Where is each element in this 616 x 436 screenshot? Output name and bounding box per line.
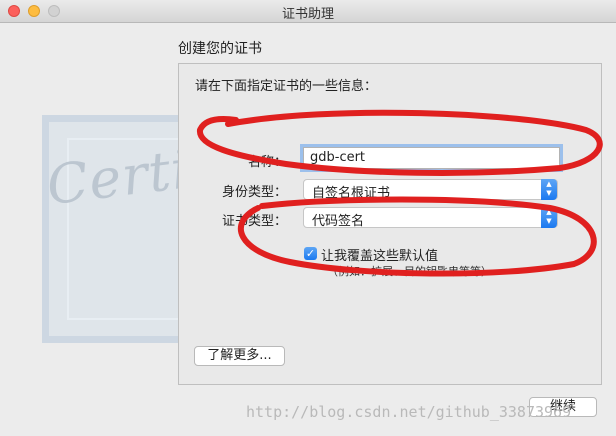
hand-drawn-annotations [197, 109, 603, 277]
annotation-circle-type [237, 196, 597, 277]
annotation-circle-name [197, 109, 603, 176]
